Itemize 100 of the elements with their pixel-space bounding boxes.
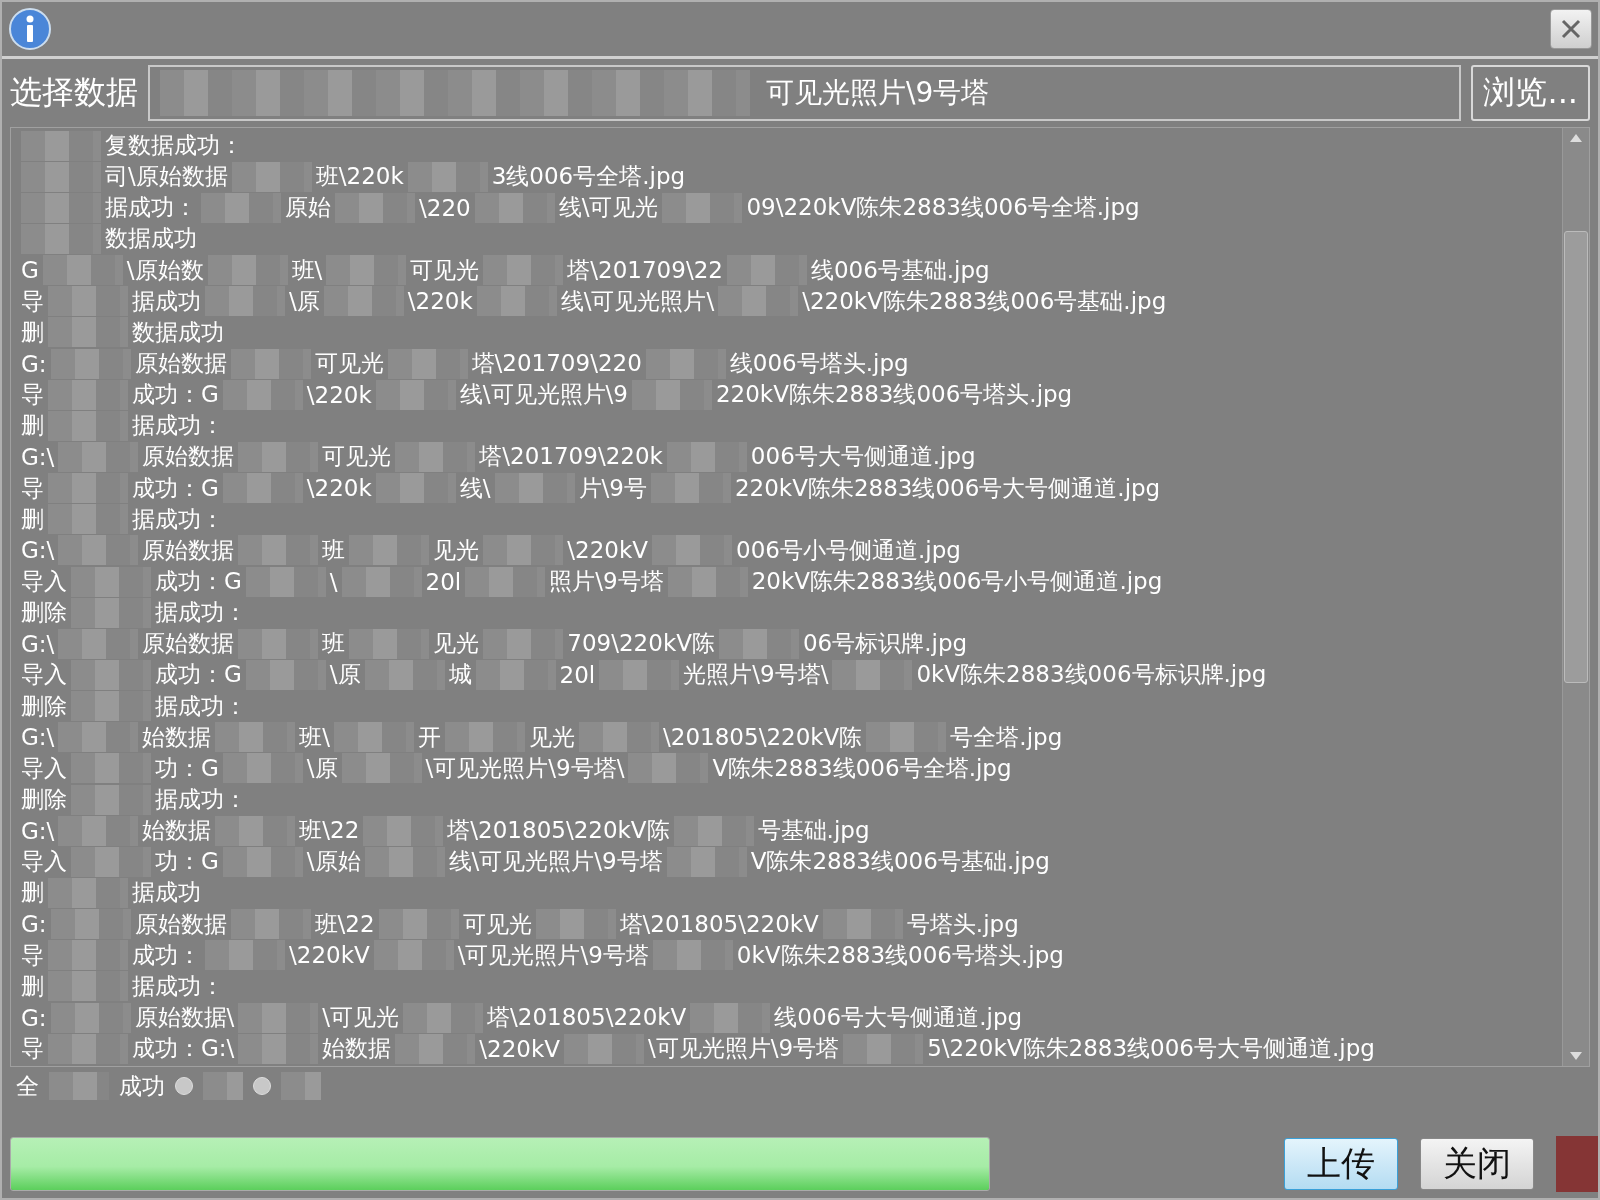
close-dialog-button[interactable]: 关闭 bbox=[1420, 1138, 1534, 1190]
log-text: 可见光 bbox=[322, 442, 392, 472]
log-text: 导入 bbox=[21, 847, 67, 877]
log-text: 班 bbox=[322, 535, 346, 565]
log-text: 20l bbox=[425, 568, 462, 595]
log-text: 据成功 bbox=[132, 878, 201, 908]
redaction-mosaic bbox=[203, 1072, 243, 1100]
log-text: 光照片\9号塔\ bbox=[683, 660, 829, 690]
log-text: 数据成功 bbox=[132, 317, 224, 347]
log-text: 0kV陈朱2883线006号塔头.jpg bbox=[736, 940, 1064, 970]
log-text: 成功： bbox=[132, 940, 201, 970]
scroll-up-icon[interactable] bbox=[1570, 134, 1582, 142]
log-text: 原始数据 bbox=[142, 442, 235, 472]
log-text: \220kV bbox=[479, 1035, 561, 1062]
log-text: 见光 bbox=[433, 629, 480, 659]
log-text: 006号小号侧通道.jpg bbox=[736, 535, 961, 565]
log-text: 塔\201805\220kV bbox=[619, 909, 819, 939]
log-text: \220kV陈朱2883线006号基础.jpg bbox=[802, 286, 1167, 316]
log-text: 可见光 bbox=[314, 349, 384, 379]
log-text: 据成功： bbox=[155, 691, 247, 721]
log-text: 班\220k bbox=[315, 162, 404, 192]
log-text: \220 bbox=[419, 194, 471, 221]
log-text: \220k bbox=[306, 381, 372, 408]
redaction-mosaic bbox=[49, 1072, 109, 1100]
log-text: 导 bbox=[21, 1034, 44, 1064]
log-text: 原始数据\ bbox=[134, 1003, 235, 1032]
log-text: 功：G bbox=[155, 847, 219, 877]
close-button[interactable] bbox=[1550, 9, 1592, 49]
log-text: \可见光照片\9号塔 bbox=[648, 1034, 840, 1064]
log-text: 220kV陈朱2883线006号大号侧通道.jpg bbox=[734, 473, 1161, 503]
scroll-down-icon[interactable] bbox=[1570, 1052, 1582, 1060]
log-text: 司\原始数据 bbox=[105, 162, 228, 192]
log-text: 线006号大号侧通道.jpg bbox=[774, 1003, 1023, 1032]
log-text: 220kV陈朱2883线006号塔头.jpg bbox=[715, 380, 1073, 410]
log-text: 塔\201709\220 bbox=[471, 349, 642, 379]
log-text: 线\可见光 bbox=[558, 193, 659, 223]
log-text: 导 bbox=[21, 473, 44, 503]
log-text: G:\ bbox=[21, 443, 55, 470]
log-text: \原始 bbox=[306, 847, 361, 877]
log-text: \220k bbox=[407, 288, 473, 315]
log-text: \原 bbox=[329, 660, 361, 690]
upload-button[interactable]: 上传 bbox=[1284, 1138, 1398, 1190]
scrollbar[interactable] bbox=[1562, 128, 1589, 1066]
filter-label: 全 bbox=[16, 1071, 39, 1101]
log-text: 线006号基础.jpg bbox=[810, 255, 990, 285]
log-text: 5\220kV陈朱2883线006号大号侧通道.jpg bbox=[927, 1034, 1375, 1064]
log-text: G: bbox=[21, 1004, 47, 1031]
radio-button[interactable] bbox=[253, 1077, 271, 1095]
log-text: 号全塔.jpg bbox=[950, 722, 1063, 752]
log-text: \原始数 bbox=[126, 255, 204, 285]
filter-label: 成功 bbox=[119, 1071, 165, 1101]
log-text: 删除 bbox=[21, 785, 67, 814]
log-text: 导入 bbox=[21, 753, 67, 783]
log-text: 成功：G bbox=[132, 380, 219, 410]
log-text: 班\ bbox=[299, 722, 331, 752]
log-text: 数据成功 bbox=[105, 224, 197, 254]
log-text: 线\ bbox=[459, 473, 491, 503]
log-text: \201805\220kV陈 bbox=[663, 722, 863, 752]
log-text: G:\ bbox=[21, 537, 55, 564]
log-text: 删 bbox=[21, 971, 44, 1001]
log-text: \原 bbox=[306, 753, 338, 783]
log-text: G:\ bbox=[21, 630, 55, 657]
log-text: 塔\201805\220kV陈 bbox=[447, 816, 670, 846]
path-field[interactable]: 可见光照片\9号塔 bbox=[148, 65, 1462, 121]
log-text: 线\可见光照片\9号塔 bbox=[448, 847, 663, 877]
log-text: 删 bbox=[21, 411, 44, 441]
log-text: 删 bbox=[21, 504, 44, 534]
log-text: 可见光 bbox=[410, 255, 480, 285]
log-text: 据成功： bbox=[155, 785, 247, 814]
log-text: 3线006号全塔.jpg bbox=[491, 162, 686, 192]
log-text: 班 bbox=[322, 629, 346, 659]
log-text: 班\ bbox=[291, 255, 323, 285]
radio-button[interactable] bbox=[175, 1077, 193, 1095]
log-text: G bbox=[21, 257, 39, 284]
log-text: 号基础.jpg bbox=[757, 816, 870, 846]
log-text: 709\220kV陈 bbox=[567, 629, 715, 659]
log-text: 塔\201805\220kV bbox=[487, 1003, 687, 1032]
log-text: V陈朱2883线006号全塔.jpg bbox=[712, 753, 1012, 783]
log-text: 班\22 bbox=[314, 909, 375, 939]
log-text: 线006号塔头.jpg bbox=[729, 349, 909, 379]
log-text: 原始数据 bbox=[142, 629, 235, 659]
log-text: 可见光 bbox=[462, 909, 532, 939]
log-text: 006号大号侧通道.jpg bbox=[750, 442, 976, 472]
browse-button[interactable]: 浏览... bbox=[1471, 65, 1590, 121]
redaction-mosaic bbox=[281, 1072, 321, 1100]
log-text: 成功：G bbox=[132, 473, 219, 503]
log-text: 09\220kV陈朱2883线006号全塔.jpg bbox=[746, 193, 1140, 223]
log-text: V陈朱2883线006号基础.jpg bbox=[750, 847, 1050, 877]
log-text: 见光 bbox=[529, 722, 576, 752]
log-text: 开 bbox=[418, 722, 442, 752]
log-text: 删除 bbox=[21, 691, 67, 721]
info-icon bbox=[8, 7, 52, 51]
log-text: 片\9号 bbox=[578, 473, 647, 503]
log-text: \ bbox=[329, 568, 338, 595]
log-text: 线\可见光照片\ bbox=[560, 286, 715, 316]
log-text: \原 bbox=[289, 286, 320, 316]
status-block bbox=[1556, 1136, 1598, 1192]
log-text: 成功：G bbox=[155, 660, 242, 690]
log-text: 功：G bbox=[155, 753, 219, 783]
log-text: 原始数据 bbox=[134, 909, 227, 939]
